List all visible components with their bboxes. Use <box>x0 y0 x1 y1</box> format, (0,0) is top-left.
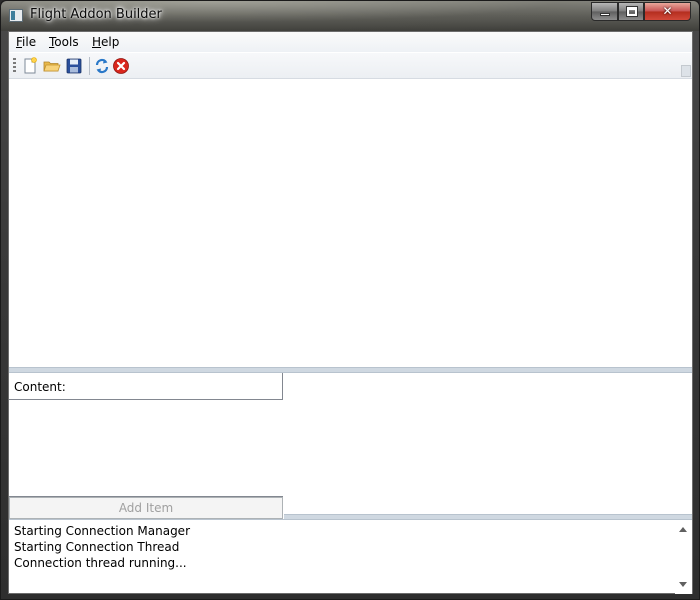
minimize-icon <box>600 13 610 16</box>
minimize-button[interactable] <box>591 2 618 21</box>
app-window: Flight Addon Builder ✕ File Tools Help C… <box>0 0 700 600</box>
app-icon[interactable] <box>9 9 23 22</box>
maximize-button[interactable] <box>618 2 644 21</box>
log-line: Starting Connection Manager <box>14 524 190 538</box>
menu-bar: File Tools Help <box>9 32 692 52</box>
save-button[interactable] <box>65 57 83 75</box>
new-button[interactable] <box>21 57 39 75</box>
content-panel: Content: Add Item <box>9 373 283 519</box>
stop-icon <box>113 58 129 74</box>
add-item-button[interactable]: Add Item <box>9 497 283 519</box>
toolbar-grip[interactable] <box>13 58 16 74</box>
title-bar[interactable]: Flight Addon Builder ✕ <box>1 1 699 31</box>
refresh-icon <box>95 58 109 74</box>
content-list[interactable] <box>9 399 283 497</box>
details-pane[interactable] <box>284 373 692 514</box>
client-area: File Tools Help Content: Add Item Starti… <box>8 31 693 594</box>
main-canvas-area[interactable] <box>9 80 692 367</box>
toolbar-overflow-button[interactable] <box>681 65 691 77</box>
menu-help[interactable]: Help <box>92 35 119 49</box>
close-icon: ✕ <box>662 4 673 18</box>
menu-tools[interactable]: Tools <box>49 35 79 49</box>
window-title: Flight Addon Builder <box>30 7 162 22</box>
open-folder-icon <box>43 61 61 72</box>
log-output[interactable]: Starting Connection Manager Starting Con… <box>9 519 692 594</box>
save-icon <box>66 58 82 74</box>
refresh-button[interactable] <box>93 57 111 75</box>
log-line: Starting Connection Thread <box>14 540 180 554</box>
toolbar-separator <box>89 57 90 75</box>
scroll-down-arrow-icon[interactable] <box>679 582 687 587</box>
new-document-icon <box>24 57 37 74</box>
log-scrollbar[interactable] <box>675 520 692 594</box>
maximize-icon <box>626 6 638 17</box>
stop-button[interactable] <box>112 57 130 75</box>
toolbar <box>9 53 692 79</box>
open-button[interactable] <box>43 57 61 75</box>
content-label: Content: <box>14 380 66 394</box>
menu-file[interactable]: File <box>16 35 36 49</box>
close-button[interactable]: ✕ <box>644 2 691 21</box>
scroll-up-arrow-icon[interactable] <box>679 527 687 532</box>
log-line: Connection thread running... <box>14 556 187 570</box>
